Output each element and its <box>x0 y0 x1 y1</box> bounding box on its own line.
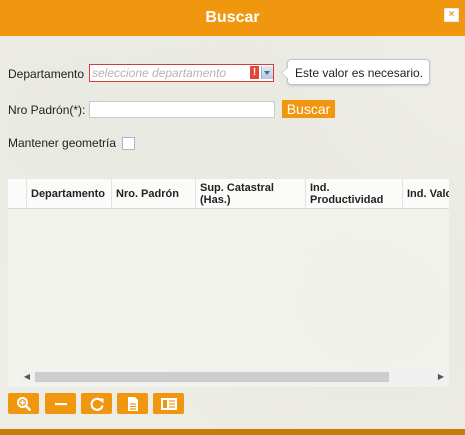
close-button[interactable]: × <box>444 8 459 22</box>
buscar-dialog: Buscar × Departamento seleccione departa… <box>0 0 465 435</box>
grid-header: Departamento Nro. Padrón Sup. Catastral … <box>8 179 449 209</box>
chevron-down-icon[interactable] <box>261 66 273 79</box>
column-header-departamento[interactable]: Departamento <box>27 179 112 208</box>
departamento-select[interactable]: seleccione departamento ! <box>89 64 274 82</box>
zoom-in-button[interactable] <box>8 393 39 414</box>
refresh-icon <box>90 397 104 411</box>
row-selector-header <box>8 179 27 208</box>
column-header-padron[interactable]: Nro. Padrón <box>112 179 196 208</box>
departamento-label: Departamento <box>8 67 85 81</box>
minus-icon <box>54 402 67 405</box>
refresh-button[interactable] <box>81 393 112 414</box>
scroll-left-icon[interactable]: ◀ <box>21 371 33 383</box>
panel-button[interactable] <box>153 393 184 414</box>
validation-tooltip: Este valor es necesario. <box>281 59 430 85</box>
column-header-ind-productividad[interactable]: Ind. Productividad <box>306 179 403 208</box>
mantener-geometria-checkbox[interactable] <box>122 137 135 150</box>
departamento-placeholder: seleccione departamento <box>92 66 227 80</box>
grid-horizontal-scrollbar[interactable]: ◀ ▶ <box>21 371 449 383</box>
results-grid: Departamento Nro. Padrón Sup. Catastral … <box>8 179 449 387</box>
error-icon: ! <box>250 66 259 79</box>
column-header-ind-valor[interactable]: Ind. Valor <box>403 179 449 208</box>
padron-label: Nro Padrón(*): <box>8 103 86 117</box>
remove-button[interactable] <box>45 393 76 414</box>
document-button[interactable] <box>117 393 148 414</box>
zoom-in-icon <box>16 396 31 411</box>
dialog-titlebar: Buscar × <box>0 0 465 36</box>
scroll-right-icon[interactable]: ▶ <box>435 371 447 383</box>
column-header-sup-catastral[interactable]: Sup. Catastral (Has.) <box>196 179 306 208</box>
panel-icon <box>160 397 177 410</box>
padron-input[interactable] <box>89 101 275 118</box>
dialog-bottom-border <box>0 429 465 435</box>
scroll-thumb[interactable] <box>35 372 389 382</box>
buscar-button[interactable]: Buscar <box>282 100 335 118</box>
mantener-geometria-label: Mantener geometría <box>8 136 117 150</box>
document-icon <box>127 396 138 411</box>
dialog-title: Buscar <box>205 9 260 26</box>
